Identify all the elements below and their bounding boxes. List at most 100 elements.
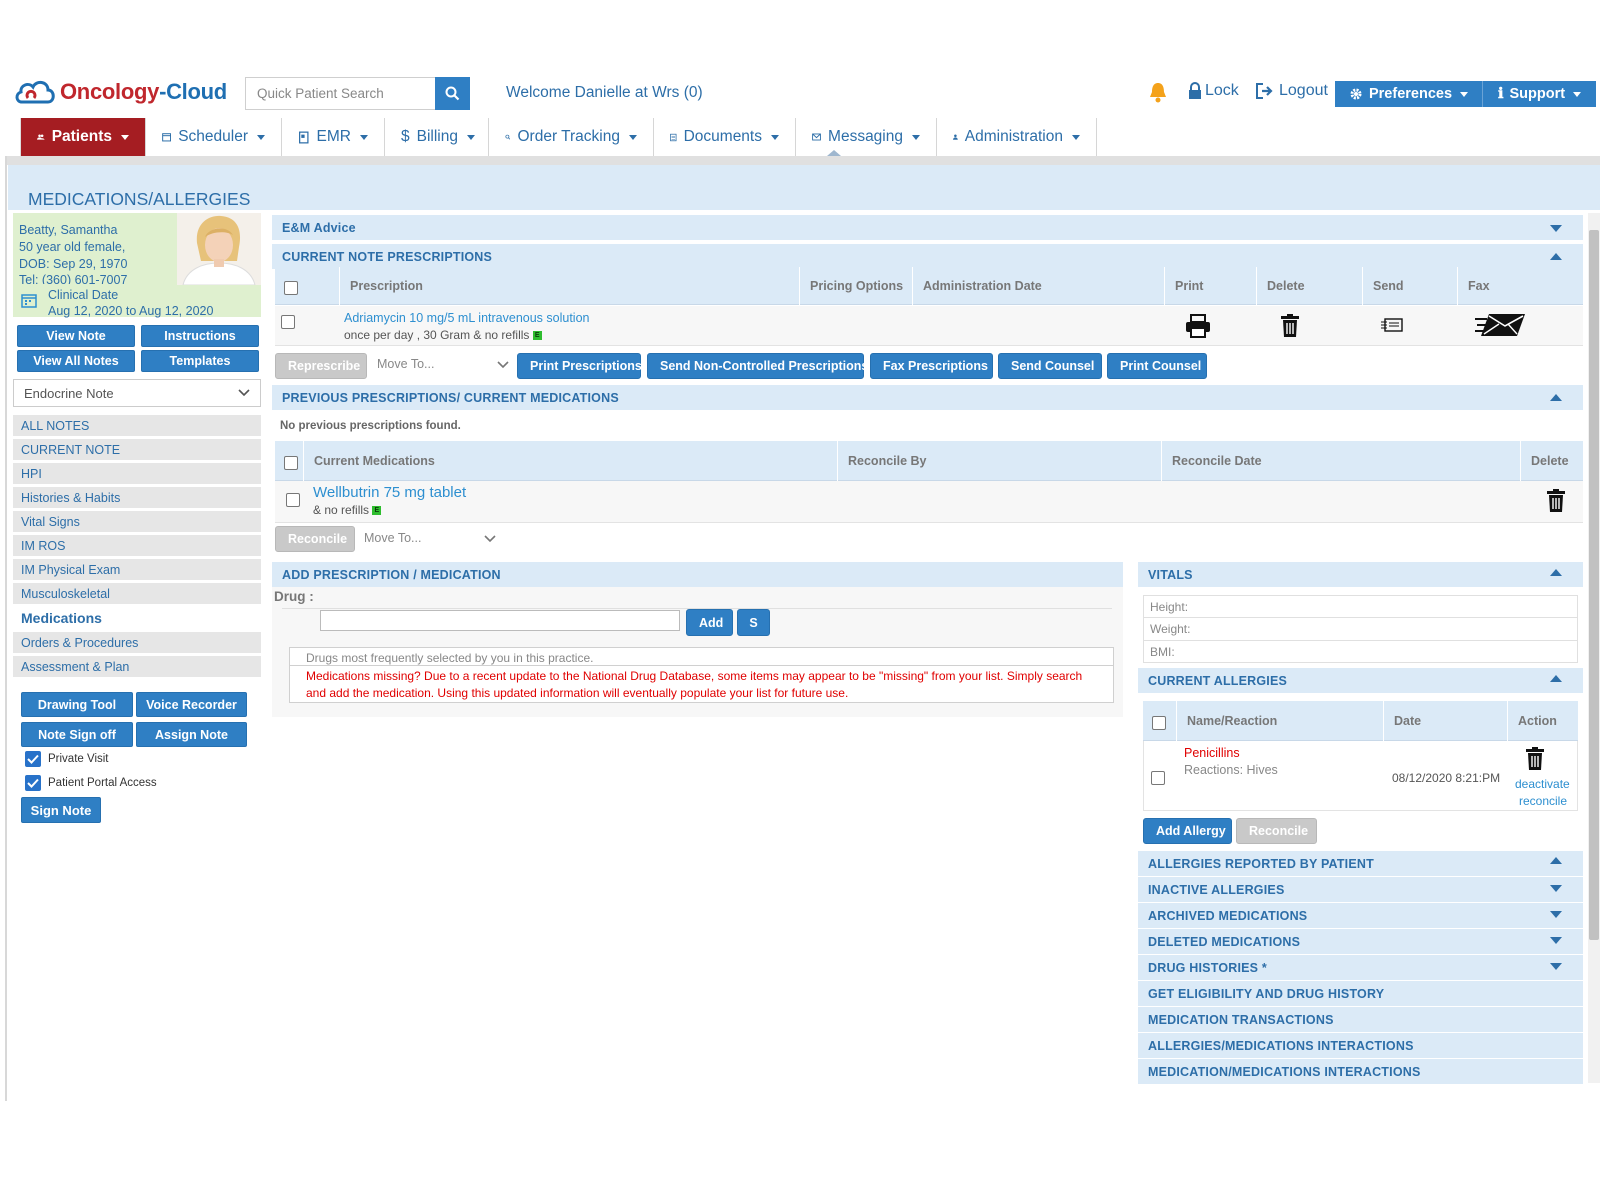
drug-histories-section[interactable]: DRUG HISTORIES * — [1138, 955, 1583, 980]
collapse-icon[interactable] — [1550, 394, 1562, 401]
select-all-checkbox[interactable] — [284, 281, 298, 295]
collapse-icon[interactable] — [1550, 569, 1562, 576]
note-sign-off-button[interactable]: Note Sign off — [21, 722, 133, 747]
col-delete: Delete — [1256, 267, 1362, 305]
chevron-down-icon — [121, 134, 129, 140]
medication-link[interactable]: Wellbutrin 75 mg tablet — [313, 484, 466, 501]
search-button[interactable] — [435, 77, 470, 110]
menu-im-ros[interactable]: IM ROS — [13, 535, 261, 556]
reconcile-allergy-button[interactable]: Reconcile — [1236, 818, 1317, 844]
trash-icon[interactable] — [1280, 314, 1300, 341]
drug-search-input[interactable] — [320, 610, 680, 631]
patient-name[interactable]: Beatty, Samantha — [19, 223, 117, 237]
chevron-down-icon — [484, 535, 496, 543]
deleted-medications-section[interactable]: DELETED MEDICATIONS — [1138, 929, 1583, 954]
menu-orders-procedures[interactable]: Orders & Procedures — [13, 632, 261, 653]
private-visit-checkbox[interactable] — [25, 751, 41, 767]
lock-link[interactable]: Lock — [1188, 82, 1239, 100]
menu-im-physical-exam[interactable]: IM Physical Exam — [13, 559, 261, 580]
eligibility-drug-history-section[interactable]: GET ELIGIBILITY AND DRUG HISTORY — [1138, 981, 1583, 1006]
bell-icon[interactable] — [1148, 82, 1168, 107]
support-button[interactable]: ℹ Support — [1483, 81, 1596, 107]
welcome-message: Welcome Danielle at Wrs (0) — [506, 84, 703, 101]
assign-note-button[interactable]: Assign Note — [136, 722, 247, 747]
sign-note-button[interactable]: Sign Note — [21, 797, 101, 823]
prescription-drug-link[interactable]: Adriamycin 10 mg/5 mL intravenous soluti… — [344, 311, 590, 325]
select-all-checkbox[interactable] — [1152, 716, 1166, 730]
send-non-controlled-button[interactable]: Send Non-Controlled Prescriptions — [647, 353, 868, 379]
collapse-icon[interactable] — [1550, 253, 1562, 260]
logo[interactable]: Oncology-Cloud — [14, 78, 227, 106]
reconcile-button[interactable]: Reconcile — [275, 526, 355, 552]
s-button[interactable]: S — [737, 609, 770, 636]
expand-icon[interactable] — [1550, 911, 1562, 918]
frequent-drugs-box: Drugs most frequently selected by you in… — [289, 647, 1114, 703]
nav-scheduler[interactable]: Scheduler — [146, 118, 282, 156]
nav-billing[interactable]: $ Billing — [385, 118, 489, 156]
collapse-icon[interactable] — [1550, 675, 1562, 682]
trash-icon[interactable] — [1525, 747, 1545, 774]
collapse-icon[interactable] — [1550, 857, 1562, 864]
scrollbar-thumb[interactable] — [1589, 230, 1599, 940]
expand-icon[interactable] — [1550, 963, 1562, 970]
archived-medications-section[interactable]: ARCHIVED MEDICATIONS — [1138, 903, 1583, 928]
send-counsel-button[interactable]: Send Counsel — [998, 353, 1102, 379]
reconcile-link[interactable]: reconcile — [1519, 794, 1567, 808]
search-icon — [445, 86, 460, 101]
menu-assessment-plan[interactable]: Assessment & Plan — [13, 656, 261, 677]
medication-medications-interactions-section[interactable]: MEDICATION/MEDICATIONS INTERACTIONS — [1138, 1059, 1583, 1084]
quick-patient-search-input[interactable] — [245, 77, 435, 110]
note-type-select[interactable]: Endocrine Note — [13, 379, 261, 407]
printer-icon[interactable] — [1185, 314, 1211, 341]
menu-current-note[interactable]: CURRENT NOTE — [13, 439, 261, 460]
row-checkbox[interactable] — [1151, 771, 1165, 785]
add-drug-button[interactable]: Add — [686, 609, 733, 636]
medication-transactions-section[interactable]: MEDICATION TRANSACTIONS — [1138, 1007, 1583, 1032]
expand-icon[interactable] — [1550, 225, 1562, 232]
print-counsel-button[interactable]: Print Counsel — [1107, 353, 1207, 379]
print-prescriptions-button[interactable]: Print Prescriptions — [517, 353, 642, 379]
nav-patients[interactable]: Patients — [21, 118, 146, 156]
fax-icon[interactable] — [1475, 312, 1527, 341]
trash-icon[interactable] — [1546, 489, 1566, 516]
logout-link[interactable]: Logout — [1255, 82, 1328, 100]
allergies-medications-interactions-section[interactable]: ALLERGIES/MEDICATIONS INTERACTIONS — [1138, 1033, 1583, 1058]
move-to-select[interactable]: Move To... — [364, 531, 496, 545]
allergy-name: Penicillins — [1184, 746, 1240, 760]
menu-medications[interactable]: Medications — [13, 607, 261, 628]
missing-medications-warning: Medications missing? Due to a recent upd… — [306, 669, 1083, 700]
nav-administration[interactable]: Administration — [937, 118, 1097, 156]
nav-order-tracking[interactable]: Order Tracking — [489, 118, 654, 156]
drawing-tool-button[interactable]: Drawing Tool — [21, 692, 133, 717]
page-title: MEDICATIONS/ALLERGIES — [28, 189, 251, 209]
menu-vital-signs[interactable]: Vital Signs — [13, 511, 261, 532]
patient-portal-checkbox[interactable] — [25, 775, 41, 791]
add-allergy-button[interactable]: Add Allergy — [1143, 818, 1232, 844]
voice-recorder-button[interactable]: Voice Recorder — [136, 692, 247, 717]
menu-histories-habits[interactable]: Histories & Habits — [13, 487, 261, 508]
expand-icon[interactable] — [1550, 937, 1562, 944]
view-note-button[interactable]: View Note — [17, 325, 135, 347]
fax-prescriptions-button[interactable]: Fax Prescriptions — [870, 353, 993, 379]
inactive-allergies-section[interactable]: INACTIVE ALLERGIES — [1138, 877, 1583, 902]
deactivate-link[interactable]: deactivate — [1515, 777, 1570, 791]
preferences-button[interactable]: Preferences — [1335, 81, 1483, 107]
represcribe-button[interactable]: Represcribe — [275, 353, 367, 379]
nav-messaging[interactable]: Messaging — [796, 118, 937, 156]
menu-hpi[interactable]: HPI — [13, 463, 261, 484]
expand-icon[interactable] — [1550, 885, 1562, 892]
menu-musculoskeletal[interactable]: Musculoskeletal — [13, 583, 261, 604]
allergies-reported-section[interactable]: ALLERGIES REPORTED BY PATIENT — [1138, 851, 1583, 876]
select-all-checkbox[interactable] — [284, 456, 298, 470]
nav-documents[interactable]: Documents — [654, 118, 796, 156]
menu-all-notes[interactable]: ALL NOTES — [13, 415, 261, 436]
row-checkbox[interactable] — [281, 315, 295, 329]
em-advice-section[interactable]: E&M Advice — [272, 215, 1583, 240]
instructions-button[interactable]: Instructions — [141, 325, 259, 347]
row-checkbox[interactable] — [286, 493, 300, 507]
move-to-select[interactable]: Move To... — [377, 357, 509, 371]
send-icon[interactable] — [1381, 318, 1403, 335]
nav-emr[interactable]: EMR — [282, 118, 385, 156]
templates-button[interactable]: Templates — [141, 350, 259, 372]
view-all-notes-button[interactable]: View All Notes — [17, 350, 135, 372]
